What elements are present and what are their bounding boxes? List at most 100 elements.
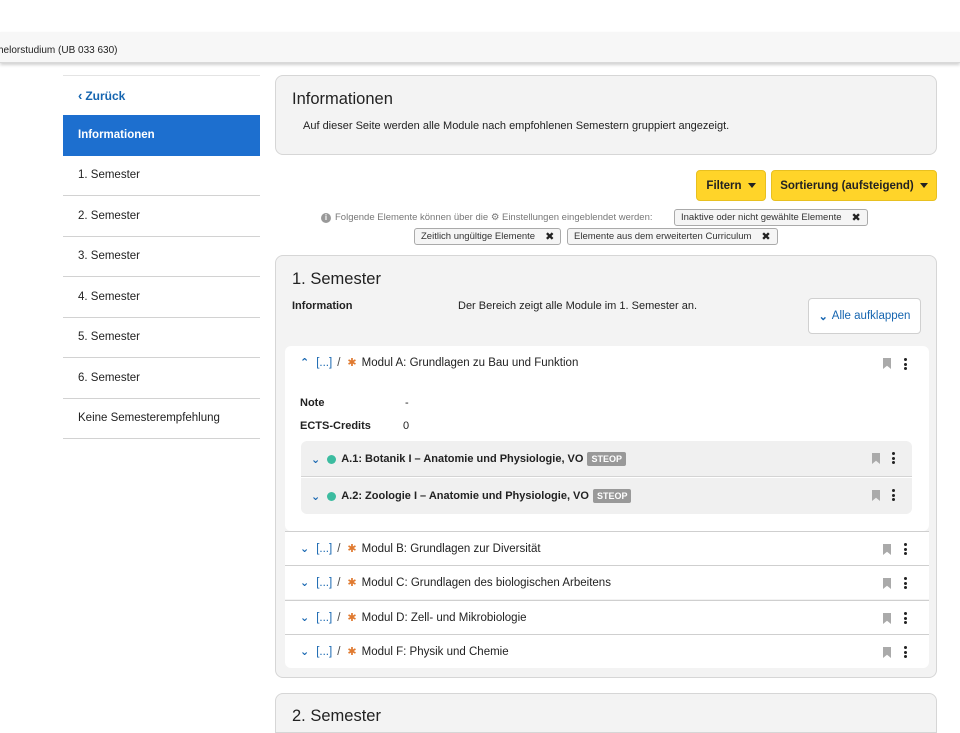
sidebar-item-label: 5. Semester [78,331,140,344]
asterisk-icon: ✱ [347,543,357,555]
info-card: Informationen Auf dieser Seite werden al… [275,75,937,155]
steop-badge: STEOP [587,452,626,466]
caret-down-icon [919,183,928,188]
sidebar-item-label: Informationen [78,129,155,142]
module-title: Modul F: Physik und Chemie [361,645,509,658]
module-row[interactable]: ⌄ [...] / ✱ Modul C: Grundlagen des biol… [285,565,929,599]
sidebar-item-keine-semesterempfehlung[interactable]: Keine Semesterempfehlung [63,399,260,439]
path-link[interactable]: [...] [316,646,332,658]
sort-label: Sortierung (aufsteigend) [780,179,914,192]
info-text: Auf dieser Seite werden alle Module nach… [303,120,730,132]
hint-text-after: Einstellungen eingeblendet werden: [501,212,653,223]
semester-info-text: Der Bereich zeigt alle Module im 1. Seme… [458,300,698,312]
sidebar-item-semester-1[interactable]: 1. Semester [63,156,260,196]
bookmark-icon[interactable] [883,647,891,658]
sidebar-item-semester-3[interactable]: 3. Semester [63,237,260,277]
chevron-down-icon[interactable]: ⌄ [300,645,309,658]
close-icon[interactable]: ✖ [545,230,554,243]
asterisk-icon: ✱ [347,612,357,624]
chevron-down-icon[interactable]: ⌄ [300,542,309,555]
module-title: Modul A: Grundlagen zu Bau und Funktion [361,356,579,369]
chevron-down-icon[interactable]: ⌄ [311,453,320,466]
gear-icon: ⚙ [490,212,500,223]
semester-info-label: Information [292,300,353,312]
sidebar-item-semester-4[interactable]: 4. Semester [63,277,260,318]
module-a-header[interactable]: ⌃ [...] / ✱ Modul A: Grundlagen zu Bau u… [300,356,579,370]
chevron-down-icon[interactable]: ⌄ [300,611,309,624]
chevron-down-icon[interactable]: ⌄ [311,490,320,503]
ects-label: ECTS-Credits [300,420,371,432]
settings-hint: i Folgende Elemente können über die ⚙ Ein… [321,212,653,223]
course-header[interactable]: ⌄ A.2: Zoologie I – Anatomie und Physiol… [311,489,632,503]
breadcrumb: helorstudium (UB 033 630) [0,45,118,56]
kebab-menu-icon[interactable] [892,452,896,466]
kebab-menu-icon[interactable] [892,489,896,503]
asterisk-icon: ✱ [347,577,357,589]
course-row[interactable]: ⌄ A.2: Zoologie I – Anatomie und Physiol… [301,478,912,514]
sidebar-item-informationen[interactable]: Informationen [63,115,260,156]
module-title: Modul C: Grundlagen des biologischen Arb… [361,576,611,589]
info-title: Informationen [292,90,393,108]
filter-button[interactable]: Filtern [696,170,766,201]
chevron-down-icon: ⌄ [818,310,828,323]
bookmark-icon[interactable] [883,613,891,624]
bookmark-icon[interactable] [883,544,891,555]
module-title: Modul B: Grundlagen zur Diversität [361,542,541,555]
sidebar-item-label: 2. Semester [78,209,140,222]
back-link[interactable]: ‹ Zurück [63,75,260,115]
module-header[interactable]: ⌄ [...] / ✱ Modul F: Physik und Chemie [300,645,509,659]
close-icon[interactable]: ✖ [852,211,861,224]
semester-1-card: 1. Semester Information Der Bereich zeig… [275,255,937,678]
course-row[interactable]: ⌄ A.1: Botanik I – Anatomie und Physiolo… [301,441,912,477]
kebab-menu-icon[interactable] [904,577,908,591]
hint-text-before: Folgende Elemente können über die [335,212,489,223]
chip-label: Elemente aus dem erweiterten Curriculum [574,231,752,242]
chip-extended-curriculum[interactable]: Elemente aus dem erweiterten Curriculum … [567,228,778,245]
module-header[interactable]: ⌄ [...] / ✱ Modul B: Grundlagen zur Dive… [300,542,541,556]
bookmark-icon[interactable] [883,578,891,589]
module-row[interactable]: ⌄ [...] / ✱ Modul D: Zell- und Mikrobiol… [285,600,929,634]
asterisk-icon: ✱ [347,646,357,658]
bookmark-icon[interactable] [883,358,891,369]
kebab-menu-icon[interactable] [904,612,908,626]
kebab-menu-icon[interactable] [904,543,908,557]
steop-badge: STEOP [592,489,632,503]
sidebar-item-semester-5[interactable]: 5. Semester [63,318,260,358]
course-title: A.2: Zoologie I – Anatomie und Physiolog… [341,490,589,502]
path-link[interactable]: [...] [316,357,332,369]
semester-2-card: 2. Semester [275,693,937,733]
path-separator: / [337,576,341,589]
sidebar-item-semester-2[interactable]: 2. Semester [63,196,260,237]
sidebar-item-label: 4. Semester [78,290,140,303]
kebab-menu-icon[interactable] [904,646,908,660]
expand-all-button[interactable]: ⌄ Alle aufklappen [808,298,921,334]
path-link[interactable]: [...] [316,543,332,555]
kebab-menu-icon[interactable] [904,358,908,372]
module-row[interactable]: ⌄ [...] / ✱ Modul F: Physik und Chemie [285,634,929,668]
chevron-down-icon[interactable]: ⌄ [300,576,309,589]
path-link[interactable]: [...] [316,577,332,589]
breadcrumb-bar: helorstudium (UB 033 630) [0,32,960,63]
path-link[interactable]: [...] [316,612,332,624]
path-separator: / [337,356,341,369]
sort-button[interactable]: Sortierung (aufsteigend) [771,170,937,201]
module-header[interactable]: ⌄ [...] / ✱ Modul C: Grundlagen des biol… [300,576,611,590]
module-header[interactable]: ⌄ [...] / ✱ Modul D: Zell- und Mikrobiol… [300,611,527,625]
course-header[interactable]: ⌄ A.1: Botanik I – Anatomie und Physiolo… [311,452,626,466]
chevron-left-icon: ‹ [78,88,83,103]
bookmark-icon[interactable] [872,453,880,464]
close-icon[interactable]: ✖ [761,230,770,243]
expand-all-label: Alle aufklappen [831,310,911,322]
chip-inactive-elements[interactable]: Inaktive oder nicht gewählte Elemente ✖ [674,209,868,226]
path-separator: / [337,542,341,555]
bookmark-icon[interactable] [872,490,880,501]
chevron-up-icon[interactable]: ⌃ [300,356,309,369]
status-dot-icon [327,454,337,464]
module-row[interactable]: ⌄ [...] / ✱ Modul B: Grundlagen zur Dive… [285,531,929,565]
chip-invalid-elements[interactable]: Zeitlich ungültige Elemente ✖ [414,228,562,245]
note-value: - [405,397,409,409]
top-bar [0,0,960,32]
asterisk-icon: ✱ [347,357,357,369]
sidebar-item-semester-6[interactable]: 6. Semester [63,358,260,399]
note-label: Note [300,397,325,409]
